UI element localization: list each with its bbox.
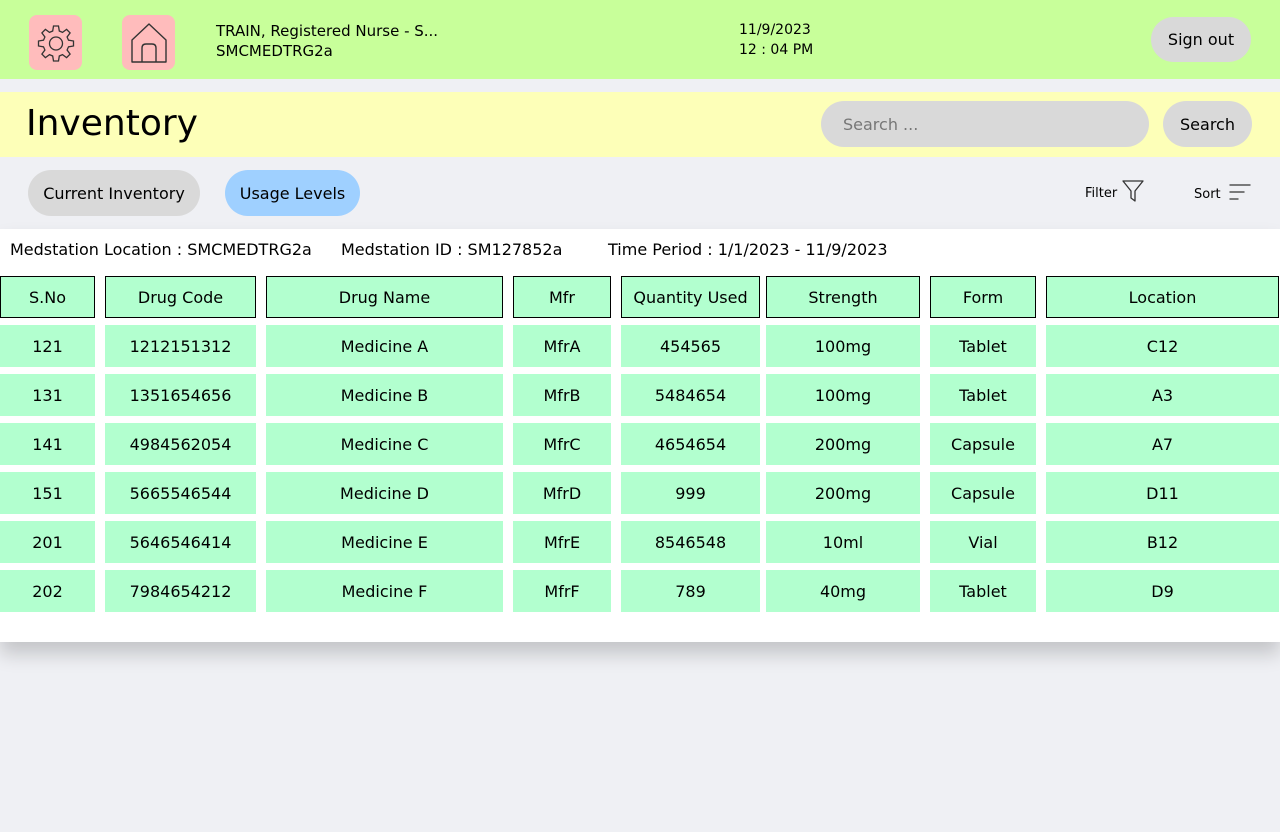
top-bar: TRAIN, Registered Nurse - S... SMCMEDTRG… (0, 0, 1280, 79)
title-bar: Inventory Search (0, 92, 1280, 157)
sign-out-button[interactable]: Sign out (1151, 17, 1251, 62)
search-button[interactable]: Search (1163, 101, 1252, 147)
user-station: SMCMEDTRG2a (216, 42, 333, 60)
cell-quantity-used: 8546548 (621, 521, 760, 563)
cell-location: A3 (1046, 374, 1279, 416)
cell-location: B12 (1046, 521, 1279, 563)
cell-quantity-used: 4654654 (621, 423, 760, 465)
user-info: TRAIN, Registered Nurse - S... SMCMEDTRG… (216, 21, 438, 61)
tab-current-inventory[interactable]: Current Inventory (28, 170, 200, 216)
cell-strength: 10ml (766, 521, 920, 563)
column-header-location[interactable]: Location (1046, 276, 1279, 318)
cell-strength: 200mg (766, 423, 920, 465)
cell-drug-code: 1351654656 (105, 374, 256, 416)
filter-icon (1121, 179, 1145, 207)
home-button[interactable] (122, 15, 175, 70)
cell-location: C12 (1046, 325, 1279, 367)
sort-label: Sort (1194, 186, 1221, 202)
medstation-location: Medstation Location : SMCMEDTRG2a (10, 240, 312, 259)
cell-form: Tablet (930, 374, 1036, 416)
user-role: TRAIN, Registered Nurse - S... (216, 22, 439, 40)
filter-button[interactable]: Filter (1085, 180, 1145, 206)
cell-location: A7 (1046, 423, 1279, 465)
cell-sno: 121 (0, 325, 95, 367)
cell-drug-code: 5646546414 (105, 521, 256, 563)
cell-strength: 100mg (766, 374, 920, 416)
gear-icon (34, 21, 78, 65)
cell-form: Capsule (930, 423, 1036, 465)
current-date: 11/9/2023 (739, 22, 811, 38)
cell-mfr: MfrE (513, 521, 611, 563)
cell-location: D9 (1046, 570, 1279, 612)
cell-drug-name: Medicine B (266, 374, 503, 416)
cell-location: D11 (1046, 472, 1279, 514)
cell-quantity-used: 999 (621, 472, 760, 514)
cell-mfr: MfrC (513, 423, 611, 465)
search-input[interactable] (821, 101, 1149, 147)
page-title: Inventory (26, 103, 198, 144)
column-header-quantity-used[interactable]: Quantity Used (621, 276, 760, 318)
cell-sno: 141 (0, 423, 95, 465)
cell-drug-code: 5665546544 (105, 472, 256, 514)
medstation-id: Medstation ID : SM127852a (341, 240, 563, 259)
cell-sno: 201 (0, 521, 95, 563)
cell-drug-name: Medicine F (266, 570, 503, 612)
cell-drug-name: Medicine A (266, 325, 503, 367)
cell-form: Vial (930, 521, 1036, 563)
settings-button[interactable] (29, 15, 82, 70)
cell-form: Tablet (930, 570, 1036, 612)
cell-quantity-used: 454565 (621, 325, 760, 367)
time-period: Time Period : 1/1/2023 - 11/9/2023 (608, 240, 888, 259)
cell-quantity-used: 789 (621, 570, 760, 612)
cell-strength: 100mg (766, 325, 920, 367)
cell-mfr: MfrF (513, 570, 611, 612)
cell-drug-name: Medicine E (266, 521, 503, 563)
cell-drug-code: 4984562054 (105, 423, 256, 465)
cell-strength: 40mg (766, 570, 920, 612)
cell-mfr: MfrA (513, 325, 611, 367)
column-header-drug-code[interactable]: Drug Code (105, 276, 256, 318)
cell-sno: 151 (0, 472, 95, 514)
cell-strength: 200mg (766, 472, 920, 514)
sort-icon (1229, 183, 1251, 205)
home-icon (127, 20, 171, 66)
cell-mfr: MfrD (513, 472, 611, 514)
sort-button[interactable]: Sort (1194, 182, 1251, 206)
cell-form: Tablet (930, 325, 1036, 367)
usage-panel: Medstation Location : SMCMEDTRG2a Medsta… (0, 229, 1280, 642)
column-header-strength[interactable]: Strength (766, 276, 920, 318)
column-header-drug-name[interactable]: Drug Name (266, 276, 503, 318)
cell-drug-code: 7984654212 (105, 570, 256, 612)
column-header-mfr[interactable]: Mfr (513, 276, 611, 318)
cell-mfr: MfrB (513, 374, 611, 416)
column-header-sno[interactable]: S.No (0, 276, 95, 318)
cell-sno: 202 (0, 570, 95, 612)
cell-drug-code: 1212151312 (105, 325, 256, 367)
cell-drug-name: Medicine C (266, 423, 503, 465)
tab-usage-levels[interactable]: Usage Levels (225, 170, 360, 216)
cell-form: Capsule (930, 472, 1036, 514)
cell-quantity-used: 5484654 (621, 374, 760, 416)
current-time: 12 : 04 PM (739, 42, 814, 58)
cell-drug-name: Medicine D (266, 472, 503, 514)
date-time: 11/9/2023 12 : 04 PM (739, 20, 813, 60)
filter-label: Filter (1085, 185, 1118, 201)
column-header-form[interactable]: Form (930, 276, 1036, 318)
cell-sno: 131 (0, 374, 95, 416)
